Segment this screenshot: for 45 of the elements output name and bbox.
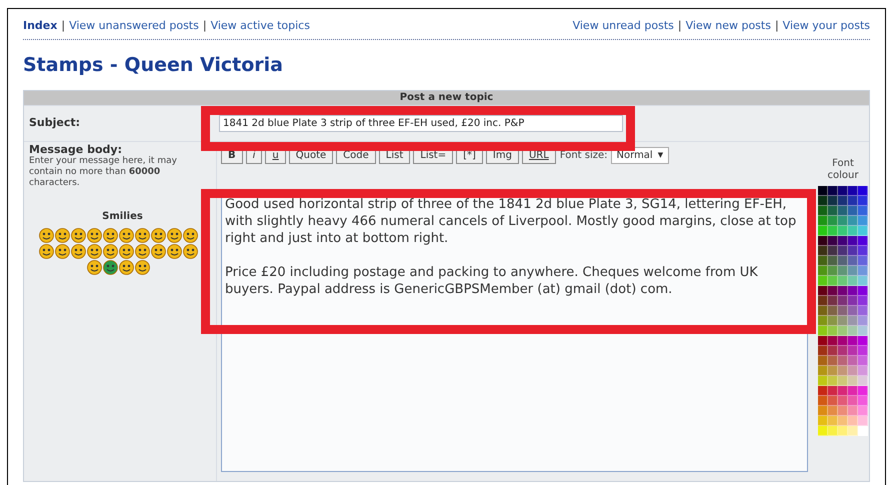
smiley-icon[interactable]	[134, 228, 150, 242]
separator: |	[60, 18, 66, 34]
smiley-icon[interactable]	[166, 228, 182, 242]
smiley-icon[interactable]	[150, 244, 166, 258]
smiley-icon[interactable]	[118, 228, 134, 242]
smiley-icon[interactable]	[102, 228, 118, 242]
nav-link[interactable]: View new posts	[686, 18, 771, 34]
smiley-icon[interactable]	[86, 260, 102, 274]
separator: |	[774, 18, 780, 34]
nav-link[interactable]: View your posts	[782, 18, 870, 34]
separator: |	[676, 18, 683, 34]
smiley-icon[interactable]	[118, 260, 134, 274]
smiley-icon[interactable]	[54, 244, 70, 258]
smilies-label: Smilies	[102, 210, 143, 224]
form-header: Post a new topic	[24, 90, 869, 104]
smiley-icon[interactable]	[118, 244, 134, 258]
smiley-icon[interactable]	[150, 228, 166, 242]
smiley-icon[interactable]	[70, 228, 86, 242]
colour-palette-drawing[interactable]	[818, 186, 868, 436]
subject-field[interactable]: 1841 2d blue Plate 3 strip of three EF-EH used, £20 inc. P&P	[219, 114, 623, 132]
smiley-icon[interactable]	[70, 244, 86, 258]
subject-label: Subject:	[28, 114, 82, 131]
smiley-icon[interactable]	[86, 244, 102, 258]
message-body-hint: Enter your message here, it may contain no more than 60000 characters.	[29, 156, 178, 188]
smiley-icon[interactable]	[102, 244, 118, 258]
smiley-icon[interactable]	[54, 228, 70, 242]
nav-link[interactable]: Index	[23, 18, 58, 34]
nav-link[interactable]: View active topics	[210, 18, 310, 34]
smiley-icon[interactable]	[182, 244, 198, 258]
nav-link[interactable]: View unread posts	[572, 18, 674, 34]
smiley-icon[interactable]	[182, 228, 198, 242]
font-colour-label: Font colour	[826, 158, 860, 182]
smiley-icon[interactable]	[134, 260, 150, 274]
smiley-icon[interactable]	[134, 244, 150, 258]
separator: |	[202, 18, 208, 34]
smiley-icon[interactable]	[102, 260, 118, 274]
smiley-icon[interactable]	[38, 228, 54, 242]
page-title: Stamps - Queen Victoria	[23, 52, 283, 78]
smiley-icon[interactable]	[166, 244, 182, 258]
font-size-label: Font size:	[560, 149, 608, 163]
smiley-icon[interactable]	[38, 244, 54, 258]
smiley-icon[interactable]	[86, 228, 102, 242]
message-body-label: Message body:	[29, 144, 122, 156]
dropdown-value: Normal	[616, 149, 653, 163]
nav-link[interactable]: View unanswered posts	[69, 18, 199, 34]
